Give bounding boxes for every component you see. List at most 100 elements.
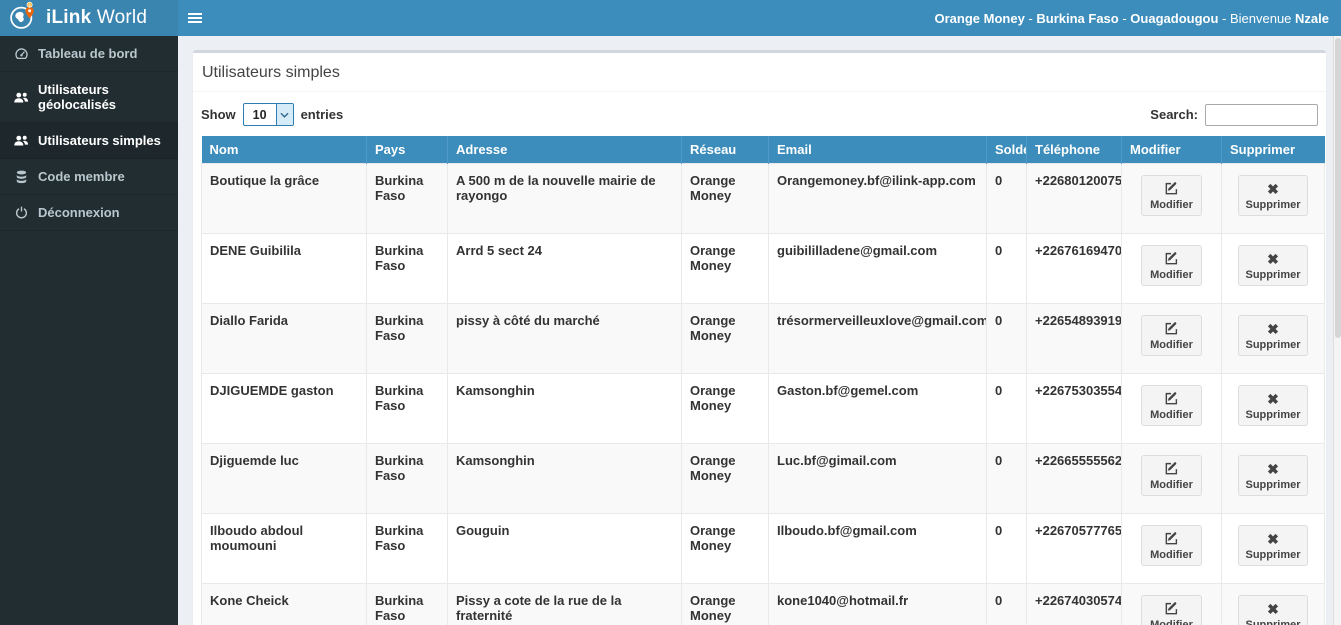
- cell-email: trésormerveilleuxlove@gmail.com: [768, 303, 987, 374]
- cell-email: Orangemoney.bf@ilink-app.com: [768, 163, 987, 234]
- cell-adresse: Gouguin: [447, 513, 682, 584]
- cell-nom: Kone Cheick: [201, 583, 367, 625]
- sidebar-item-deconnexion[interactable]: Déconnexion: [0, 195, 178, 231]
- cell-email: Ilboudo.bf@gmail.com: [768, 513, 987, 584]
- page-length-value: 10: [252, 107, 267, 122]
- modifier-button[interactable]: Modifier: [1141, 455, 1202, 496]
- cell-nom: Djiguemde luc: [201, 443, 367, 514]
- cell-solde: 0: [986, 233, 1027, 304]
- entries-label: entries: [300, 107, 344, 122]
- x-icon: ✖: [1267, 461, 1279, 477]
- modifier-button[interactable]: Modifier: [1141, 595, 1202, 625]
- x-icon: ✖: [1267, 391, 1279, 407]
- cell-nom: DENE Guibilila: [201, 233, 367, 304]
- cell-email: guibililladene@gmail.com: [768, 233, 987, 304]
- sidebar-item-code-membre[interactable]: Code membre: [0, 159, 178, 195]
- page-length-select[interactable]: 10: [242, 103, 294, 126]
- edit-icon: [1148, 461, 1195, 478]
- cell-pays: Burkina Faso: [366, 233, 448, 304]
- cell-pays: Burkina Faso: [366, 373, 448, 444]
- column-header-pays[interactable]: Pays: [366, 136, 448, 164]
- scrollbar-thumb[interactable]: [1335, 38, 1341, 338]
- modifier-button[interactable]: Modifier: [1141, 385, 1202, 426]
- sidebar-item-utilisateurs-geolocalises[interactable]: Utilisateurs géolocalisés: [0, 72, 178, 123]
- cell-solde: 0: [986, 443, 1027, 514]
- cell-supprimer: ✖ Supprimer: [1221, 303, 1325, 374]
- table-row: Boutique la grâce Burkina Faso A 500 m d…: [201, 163, 1325, 234]
- username: Nzale: [1295, 10, 1329, 26]
- cell-supprimer: ✖ Supprimer: [1221, 513, 1325, 584]
- brand-logo-area[interactable]: $ iLink World: [0, 0, 178, 36]
- cell-telephone: +22676169470: [1026, 233, 1122, 304]
- sidebar-item-label: Code membre: [38, 169, 125, 184]
- cell-solde: 0: [986, 163, 1027, 234]
- supprimer-button[interactable]: ✖ Supprimer: [1238, 385, 1308, 426]
- cell-modifier: Modifier: [1121, 163, 1222, 234]
- cell-modifier: Modifier: [1121, 443, 1222, 514]
- column-header-telephone[interactable]: Téléphone: [1026, 136, 1122, 164]
- cell-nom: Boutique la grâce: [201, 163, 367, 234]
- supprimer-button[interactable]: ✖ Supprimer: [1238, 525, 1308, 566]
- sidebar-item-label: Déconnexion: [38, 205, 120, 220]
- cell-email: kone1040@hotmail.fr: [768, 583, 987, 625]
- sidebar-item-label: Tableau de bord: [38, 46, 138, 61]
- power-icon: [13, 206, 29, 219]
- supprimer-button[interactable]: ✖ Supprimer: [1238, 175, 1308, 216]
- cell-telephone: +22654893919: [1026, 303, 1122, 374]
- search-input[interactable]: [1205, 103, 1318, 126]
- users-table: Nom Pays Adresse Réseau Email Solde Télé…: [201, 136, 1325, 625]
- edit-icon: [1148, 391, 1195, 408]
- brand-title-light: World: [91, 7, 148, 28]
- cell-adresse: Kamsonghin: [447, 373, 682, 444]
- table-row: Djiguemde luc Burkina Faso Kamsonghin Or…: [201, 443, 1325, 514]
- cell-solde: 0: [986, 583, 1027, 625]
- table-row: DJIGUEMDE gaston Burkina Faso Kamsonghin…: [201, 373, 1325, 444]
- cell-adresse: Pissy a cote de la rue de la fraternité: [447, 583, 682, 625]
- cell-adresse: A 500 m de la nouvelle mairie de rayongo: [447, 163, 682, 234]
- sidebar-toggle-hamburger-icon[interactable]: [188, 8, 210, 28]
- brand-title-bold: iLink: [46, 7, 92, 28]
- modifier-button[interactable]: Modifier: [1141, 525, 1202, 566]
- modifier-button[interactable]: Modifier: [1141, 315, 1202, 356]
- edit-icon: [1148, 181, 1195, 198]
- cell-reseau: Orange Money: [681, 233, 769, 304]
- modifier-button[interactable]: Modifier: [1141, 245, 1202, 286]
- column-header-supprimer[interactable]: Supprimer: [1221, 136, 1325, 164]
- column-header-modifier[interactable]: Modifier: [1121, 136, 1222, 164]
- x-icon: ✖: [1267, 181, 1279, 197]
- x-icon: ✖: [1267, 531, 1279, 547]
- brand-title: iLink World: [46, 7, 147, 29]
- table-row: Diallo Farida Burkina Faso pissy à côté …: [201, 303, 1325, 374]
- dashboard-icon: [13, 47, 29, 61]
- supprimer-button[interactable]: ✖ Supprimer: [1238, 245, 1308, 286]
- supprimer-button[interactable]: ✖ Supprimer: [1238, 595, 1308, 625]
- sidebar-item-utilisateurs-simples[interactable]: Utilisateurs simples: [0, 123, 178, 159]
- sidebar-item-tableau-de-bord[interactable]: Tableau de bord: [0, 36, 178, 72]
- modifier-button[interactable]: Modifier: [1141, 175, 1202, 216]
- supprimer-button[interactable]: ✖ Supprimer: [1238, 315, 1308, 356]
- cell-telephone: +22675303554: [1026, 373, 1122, 444]
- supprimer-button[interactable]: ✖ Supprimer: [1238, 455, 1308, 496]
- globe-pin-logo-icon: $: [8, 1, 38, 36]
- edit-icon: [1148, 321, 1195, 338]
- search-control: Search:: [1150, 103, 1318, 126]
- edit-icon: [1148, 251, 1195, 268]
- show-label: Show: [201, 107, 236, 122]
- cell-reseau: Orange Money: [681, 373, 769, 444]
- cell-telephone: +22680120075: [1026, 163, 1122, 234]
- cell-nom: Diallo Farida: [201, 303, 367, 374]
- cell-pays: Burkina Faso: [366, 163, 448, 234]
- column-header-nom[interactable]: Nom: [201, 136, 367, 164]
- city-name: Ouagadougou: [1130, 10, 1219, 26]
- column-header-solde[interactable]: Solde: [986, 136, 1027, 164]
- column-header-email[interactable]: Email: [768, 136, 987, 164]
- page-scrollbar[interactable]: [1333, 36, 1341, 625]
- cell-supprimer: ✖ Supprimer: [1221, 233, 1325, 304]
- cell-modifier: Modifier: [1121, 583, 1222, 625]
- cell-modifier: Modifier: [1121, 303, 1222, 374]
- column-header-reseau[interactable]: Réseau: [681, 136, 769, 164]
- edit-icon: [1148, 601, 1195, 618]
- x-icon: ✖: [1267, 601, 1279, 617]
- cell-nom: Ilboudo abdoul moumouni: [201, 513, 367, 584]
- column-header-adresse[interactable]: Adresse: [447, 136, 682, 164]
